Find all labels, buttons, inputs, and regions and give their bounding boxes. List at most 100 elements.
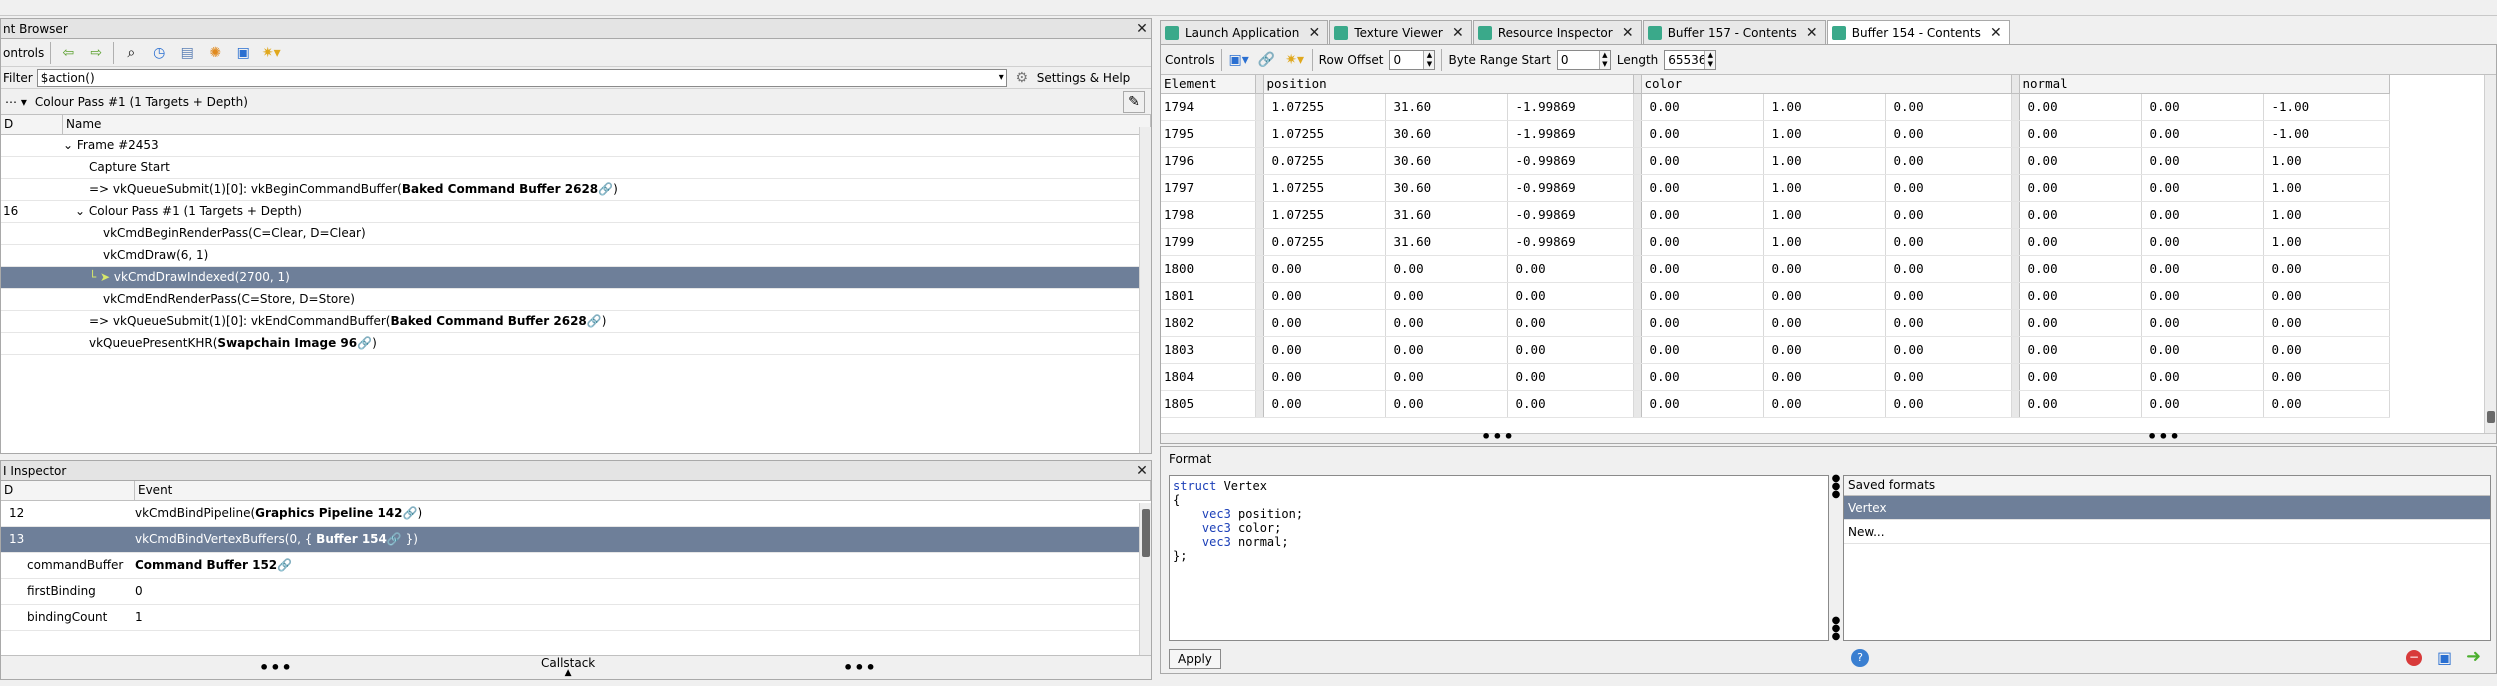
color-g-cell[interactable]: 0.00 [1763,309,1886,337]
apply-button[interactable]: Apply [1169,649,1221,669]
normal-z-cell[interactable]: 0.00 [2263,255,2390,283]
normal-column-header[interactable]: normal [2019,75,2390,94]
save-icon[interactable]: ▣ [2437,648,2452,667]
color-r-cell[interactable]: 0.00 [1641,309,1764,337]
expand-chevron-icon[interactable]: ⌄ [75,204,85,218]
color-b-cell[interactable]: 0.00 [1885,228,2012,256]
splitter-handle-icon[interactable]: ••• [2147,427,2181,446]
normal-y-cell[interactable]: 0.00 [2141,390,2264,418]
buffer-row[interactable]: 1805 0.00 0.00 0.00 0.00 0.00 0.00 0.00 0.00 0.00 [1161,390,2390,418]
color-r-cell[interactable]: 0.00 [1641,147,1764,175]
color-g-cell[interactable]: 0.00 [1763,255,1886,283]
splitter-handle-icon[interactable]: ••• [259,658,293,677]
spin-arrows-icon[interactable]: ▲ ▼ [1704,50,1716,69]
position-x-cell[interactable]: 1.07255 [1263,174,1386,202]
link-icon[interactable]: 🔗 [387,532,402,546]
color-g-cell[interactable]: 1.00 [1763,174,1886,202]
color-b-cell[interactable]: 0.00 [1885,363,2012,391]
position-y-cell[interactable]: 30.60 [1385,120,1508,148]
link-icon[interactable]: 🔗 [277,558,292,572]
tree-row[interactable]: => vkQueueSubmit(1)[0]: vkEndCommandBuff… [1,311,1151,333]
color-g-cell[interactable]: 0.00 [1763,282,1886,310]
length-input[interactable]: 65536 ▲ ▼ [1664,49,1717,70]
api-param-row[interactable]: commandBuffer Command Buffer 152🔗 [1,553,1151,579]
tab-launch-application[interactable]: Launch Application ✕ [1160,20,1329,44]
normal-z-cell[interactable]: -1.00 [2263,120,2390,148]
resource-link[interactable]: Baked Command Buffer 2628 [402,182,598,196]
delete-icon[interactable]: − [2406,650,2422,666]
saved-format-item[interactable]: Vertex [1844,496,2490,520]
position-x-cell[interactable]: 0.07255 [1263,147,1386,175]
color-r-cell[interactable]: 0.00 [1641,228,1764,256]
position-y-cell[interactable]: 31.60 [1385,201,1508,229]
position-x-cell[interactable]: 0.00 [1263,363,1386,391]
position-column-header[interactable]: position [1263,75,1634,94]
splitter-handle-icon[interactable]: ••• [1481,427,1515,446]
position-z-cell[interactable]: -0.99869 [1507,201,1634,229]
byte-range-input[interactable]: 0 ▲ ▼ [1556,49,1611,70]
save-icon[interactable]: ▣▾ [1228,49,1250,71]
buffer-row[interactable]: 1804 0.00 0.00 0.00 0.00 0.00 0.00 0.00 0.00 0.00 [1161,363,2390,391]
position-y-cell[interactable]: 31.60 [1385,93,1508,121]
color-r-cell[interactable]: 0.00 [1641,255,1764,283]
element-cell[interactable]: 1804 [1161,363,1256,391]
normal-x-cell[interactable]: 0.00 [2019,120,2142,148]
chevron-down-icon[interactable]: ▾ [999,70,1004,86]
position-y-cell[interactable]: 0.00 [1385,255,1508,283]
saved-format-new[interactable]: New... [1844,520,2490,544]
normal-x-cell[interactable]: 0.00 [2019,309,2142,337]
normal-y-cell[interactable]: 0.00 [2141,174,2264,202]
spin-arrows-icon[interactable]: ▲ ▼ [1598,50,1610,69]
normal-z-cell[interactable]: 0.00 [2263,309,2390,337]
normal-z-cell[interactable]: 0.00 [2263,390,2390,418]
buffer-row[interactable]: 1796 0.07255 30.60 -0.99869 0.00 1.00 0.00 0.00… [1161,147,2390,175]
normal-x-cell[interactable]: 0.00 [2019,174,2142,202]
color-r-cell[interactable]: 0.00 [1641,93,1764,121]
normal-x-cell[interactable]: 0.00 [2019,93,2142,121]
color-g-cell[interactable]: 0.00 [1763,363,1886,391]
position-x-cell[interactable]: 0.00 [1263,390,1386,418]
position-z-cell[interactable]: -1.99869 [1507,120,1634,148]
splitter-handle-icon[interactable]: ● ● ● [1832,616,1841,642]
position-y-cell[interactable]: 0.00 [1385,282,1508,310]
tree-row[interactable]: vkCmdDraw(6, 1) [1,245,1151,267]
color-r-cell[interactable]: 0.00 [1641,120,1764,148]
color-g-cell[interactable]: 1.00 [1763,147,1886,175]
position-z-cell[interactable]: -0.99869 [1507,228,1634,256]
color-g-cell[interactable]: 1.00 [1763,120,1886,148]
normal-x-cell[interactable]: 0.00 [2019,255,2142,283]
element-cell[interactable]: 1801 [1161,282,1256,310]
link-icon[interactable]: 🔗 [598,182,613,196]
tree-row[interactable]: ⌄ Frame #2453 [1,135,1151,157]
color-column-header[interactable]: color [1641,75,2012,94]
position-x-cell[interactable]: 0.00 [1263,309,1386,337]
color-b-cell[interactable]: 0.00 [1885,201,2012,229]
color-b-cell[interactable]: 0.00 [1885,174,2012,202]
forward-arrow-icon[interactable]: ⇨ [85,42,107,64]
position-z-cell[interactable]: 0.00 [1507,336,1634,364]
color-b-cell[interactable]: 0.00 [1885,390,2012,418]
color-g-cell[interactable]: 1.00 [1763,201,1886,229]
buffer-row[interactable]: 1803 0.00 0.00 0.00 0.00 0.00 0.00 0.00 0.00 0.00 [1161,336,2390,364]
normal-z-cell[interactable]: -1.00 [2263,93,2390,121]
link-icon[interactable]: 🔗 [357,336,372,350]
normal-y-cell[interactable]: 0.00 [2141,363,2264,391]
normal-y-cell[interactable]: 0.00 [2141,309,2264,337]
position-z-cell[interactable]: -1.99869 [1507,93,1634,121]
normal-x-cell[interactable]: 0.00 [2019,282,2142,310]
buffer-row[interactable]: 1795 1.07255 30.60 -1.99869 0.00 1.00 0.00 0.00… [1161,120,2390,148]
close-icon[interactable]: ✕ [1305,25,1323,41]
position-y-cell[interactable]: 30.60 [1385,147,1508,175]
api-param-row[interactable]: firstBinding 0 [1,579,1151,605]
buffer-row[interactable]: 1794 1.07255 31.60 -1.99869 0.00 1.00 0.00 0.00… [1161,93,2390,121]
normal-y-cell[interactable]: 0.00 [2141,201,2264,229]
event-column-header[interactable]: Event [135,481,1151,500]
normal-y-cell[interactable]: 0.00 [2141,93,2264,121]
color-b-cell[interactable]: 0.00 [1885,93,2012,121]
settings-gear-icon[interactable]: ✺ [204,42,226,64]
position-z-cell[interactable]: 0.00 [1507,390,1634,418]
link-icon[interactable]: 🔗 [403,506,418,520]
api-row-selected[interactable]: 13 vkCmdBindVertexBuffers(0, { Buffer 154… [1,527,1151,553]
color-b-cell[interactable]: 0.00 [1885,336,2012,364]
normal-x-cell[interactable]: 0.00 [2019,201,2142,229]
